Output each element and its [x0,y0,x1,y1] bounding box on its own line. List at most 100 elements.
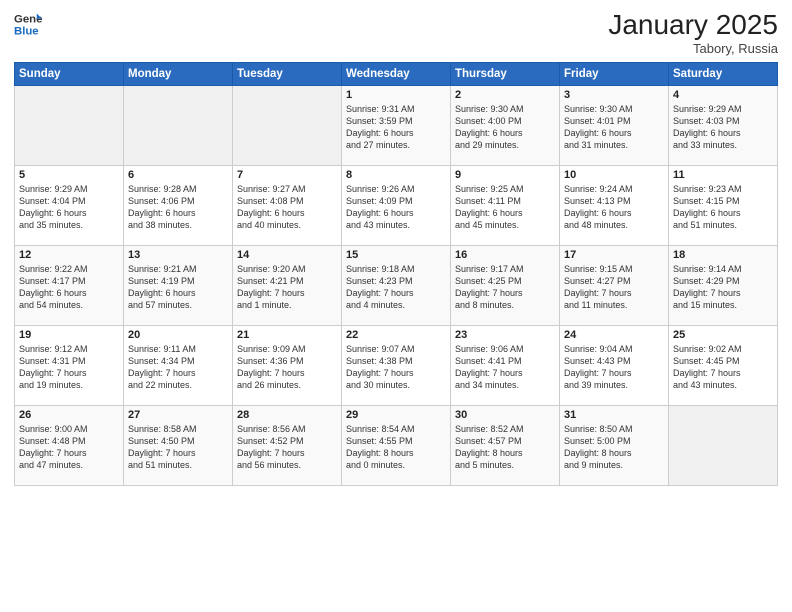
day-info: Sunrise: 8:50 AM Sunset: 5:00 PM Dayligh… [564,423,664,472]
day-info: Sunrise: 9:04 AM Sunset: 4:43 PM Dayligh… [564,343,664,392]
day-info: Sunrise: 9:06 AM Sunset: 4:41 PM Dayligh… [455,343,555,392]
day-number: 21 [237,329,337,341]
day-number: 5 [19,169,119,181]
calendar-cell: 14 Sunrise: 9:20 AM Sunset: 4:21 PM Dayli… [233,245,342,325]
col-header-friday: Friday [560,62,669,85]
calendar-cell [233,85,342,165]
day-info: Sunrise: 8:56 AM Sunset: 4:52 PM Dayligh… [237,423,337,472]
day-number: 20 [128,329,228,341]
col-header-thursday: Thursday [451,62,560,85]
calendar-cell [15,85,124,165]
calendar-cell: 4 Sunrise: 9:29 AM Sunset: 4:03 PM Daylig… [669,85,778,165]
day-info: Sunrise: 9:09 AM Sunset: 4:36 PM Dayligh… [237,343,337,392]
calendar-cell: 28 Sunrise: 8:56 AM Sunset: 4:52 PM Dayli… [233,405,342,485]
calendar-cell: 5Sunrise: 9:29 AM Sunset: 4:04 PM Daylig… [15,165,124,245]
day-number: 4 [673,89,773,101]
day-number: 12 [19,249,119,261]
calendar-cell: 13 Sunrise: 9:21 AM Sunset: 4:19 PM Dayli… [124,245,233,325]
logo: General Blue [14,10,42,38]
day-info: Sunrise: 9:23 AM Sunset: 4:15 PM Dayligh… [673,183,773,232]
day-info: Sunrise: 9:07 AM Sunset: 4:38 PM Dayligh… [346,343,446,392]
day-info: Sunrise: 9:12 AM Sunset: 4:31 PM Dayligh… [19,343,119,392]
calendar-cell: 30 Sunrise: 8:52 AM Sunset: 4:57 PM Dayli… [451,405,560,485]
calendar-cell: 10 Sunrise: 9:24 AM Sunset: 4:13 PM Dayli… [560,165,669,245]
day-number: 17 [564,249,664,261]
day-info: Sunrise: 9:30 AM Sunset: 4:00 PM Dayligh… [455,103,555,152]
day-number: 3 [564,89,664,101]
calendar-cell [124,85,233,165]
col-header-sunday: Sunday [15,62,124,85]
col-header-saturday: Saturday [669,62,778,85]
day-number: 7 [237,169,337,181]
calendar-cell: 9 Sunrise: 9:25 AM Sunset: 4:11 PM Daylig… [451,165,560,245]
calendar-cell: 15 Sunrise: 9:18 AM Sunset: 4:23 PM Dayli… [342,245,451,325]
calendar-cell: 18Sunrise: 9:14 AM Sunset: 4:29 PM Dayli… [669,245,778,325]
day-number: 14 [237,249,337,261]
month-title: January 2025 [608,10,778,41]
day-number: 1 [346,89,446,101]
day-number: 28 [237,409,337,421]
calendar-cell: 24 Sunrise: 9:04 AM Sunset: 4:43 PM Dayli… [560,325,669,405]
day-number: 30 [455,409,555,421]
calendar-cell: 12 Sunrise: 9:22 AM Sunset: 4:17 PM Dayli… [15,245,124,325]
day-info: Sunrise: 9:20 AM Sunset: 4:21 PM Dayligh… [237,263,337,312]
day-info: Sunrise: 9:24 AM Sunset: 4:13 PM Dayligh… [564,183,664,232]
day-number: 31 [564,409,664,421]
day-number: 13 [128,249,228,261]
day-number: 18 [673,249,773,261]
calendar-cell: 29 Sunrise: 8:54 AM Sunset: 4:55 PM Dayli… [342,405,451,485]
day-number: 11 [673,169,773,181]
day-info: Sunrise: 9:17 AM Sunset: 4:25 PM Dayligh… [455,263,555,312]
day-number: 10 [564,169,664,181]
day-number: 26 [19,409,119,421]
calendar-table: SundayMondayTuesdayWednesdayThursdayFrid… [14,62,778,486]
day-info: Sunrise: 9:11 AM Sunset: 4:34 PM Dayligh… [128,343,228,392]
calendar-cell: 26 Sunrise: 9:00 AM Sunset: 4:48 PM Dayli… [15,405,124,485]
calendar-cell: 2Sunrise: 9:30 AM Sunset: 4:00 PM Daylig… [451,85,560,165]
day-info: Sunrise: 9:21 AM Sunset: 4:19 PM Dayligh… [128,263,228,312]
calendar-cell: 16 Sunrise: 9:17 AM Sunset: 4:25 PM Dayli… [451,245,560,325]
day-info: Sunrise: 9:31 AM Sunset: 3:59 PM Dayligh… [346,103,446,152]
calendar-cell: 27Sunrise: 8:58 AM Sunset: 4:50 PM Dayli… [124,405,233,485]
day-info: Sunrise: 9:29 AM Sunset: 4:03 PM Dayligh… [673,103,773,152]
svg-text:Blue: Blue [14,26,39,38]
col-header-tuesday: Tuesday [233,62,342,85]
day-number: 29 [346,409,446,421]
day-info: Sunrise: 8:58 AM Sunset: 4:50 PM Dayligh… [128,423,228,472]
day-info: Sunrise: 8:54 AM Sunset: 4:55 PM Dayligh… [346,423,446,472]
day-number: 23 [455,329,555,341]
calendar-cell: 19Sunrise: 9:12 AM Sunset: 4:31 PM Dayli… [15,325,124,405]
calendar-cell: 25 Sunrise: 9:02 AM Sunset: 4:45 PM Dayli… [669,325,778,405]
calendar-cell: 21 Sunrise: 9:09 AM Sunset: 4:36 PM Dayli… [233,325,342,405]
day-info: Sunrise: 8:52 AM Sunset: 4:57 PM Dayligh… [455,423,555,472]
location: Tabory, Russia [608,41,778,56]
day-number: 15 [346,249,446,261]
header: General Blue January 2025 Tabory, Russia [14,10,778,56]
day-info: Sunrise: 9:26 AM Sunset: 4:09 PM Dayligh… [346,183,446,232]
day-info: Sunrise: 9:15 AM Sunset: 4:27 PM Dayligh… [564,263,664,312]
calendar-cell: 1 Sunrise: 9:31 AM Sunset: 3:59 PM Daylig… [342,85,451,165]
day-number: 24 [564,329,664,341]
day-info: Sunrise: 9:00 AM Sunset: 4:48 PM Dayligh… [19,423,119,472]
day-info: Sunrise: 9:27 AM Sunset: 4:08 PM Dayligh… [237,183,337,232]
day-number: 9 [455,169,555,181]
day-info: Sunrise: 9:25 AM Sunset: 4:11 PM Dayligh… [455,183,555,232]
calendar-cell: 3 Sunrise: 9:30 AM Sunset: 4:01 PM Daylig… [560,85,669,165]
day-info: Sunrise: 9:28 AM Sunset: 4:06 PM Dayligh… [128,183,228,232]
day-number: 16 [455,249,555,261]
calendar-cell: 17 Sunrise: 9:15 AM Sunset: 4:27 PM Dayli… [560,245,669,325]
logo-icon: General Blue [14,10,42,38]
day-info: Sunrise: 9:22 AM Sunset: 4:17 PM Dayligh… [19,263,119,312]
day-info: Sunrise: 9:02 AM Sunset: 4:45 PM Dayligh… [673,343,773,392]
day-info: Sunrise: 9:30 AM Sunset: 4:01 PM Dayligh… [564,103,664,152]
calendar-cell: 7 Sunrise: 9:27 AM Sunset: 4:08 PM Daylig… [233,165,342,245]
day-number: 25 [673,329,773,341]
calendar-cell: 8Sunrise: 9:26 AM Sunset: 4:09 PM Daylig… [342,165,451,245]
col-header-monday: Monday [124,62,233,85]
calendar-cell: 31 Sunrise: 8:50 AM Sunset: 5:00 PM Dayli… [560,405,669,485]
calendar-cell: 22Sunrise: 9:07 AM Sunset: 4:38 PM Dayli… [342,325,451,405]
title-block: January 2025 Tabory, Russia [608,10,778,56]
calendar-cell: 20 Sunrise: 9:11 AM Sunset: 4:34 PM Dayli… [124,325,233,405]
day-info: Sunrise: 9:18 AM Sunset: 4:23 PM Dayligh… [346,263,446,312]
day-number: 6 [128,169,228,181]
